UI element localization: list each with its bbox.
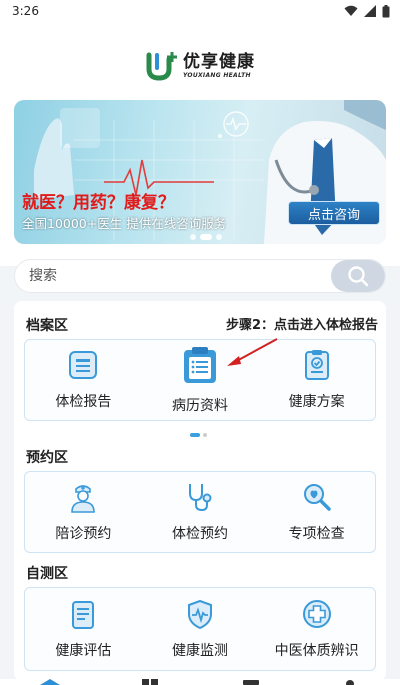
banner-dot-active xyxy=(200,234,212,240)
booking-item-exam[interactable]: 体检预约 xyxy=(142,472,259,552)
services-panel: 档案区 步骤2：点击进入体检报告 体检报告 病历资料 健康方案 预约区 陪诊预约… xyxy=(14,301,386,681)
stethoscope-icon xyxy=(189,484,212,512)
archive-step-hint: 步骤2：点击进入体检报告 xyxy=(225,318,378,333)
search-bar xyxy=(14,259,386,293)
selftest-item-assessment[interactable]: 健康评估 xyxy=(25,588,142,670)
logo-mark-icon xyxy=(146,52,177,81)
selftest-item-label: 健康评估 xyxy=(55,643,112,659)
selftest-item-tcm-constitution[interactable]: 中医体质辨识 xyxy=(258,588,375,670)
banner-dot xyxy=(216,234,222,240)
profile-tab-icon[interactable] xyxy=(345,679,355,685)
magnifier-icon xyxy=(303,484,331,511)
archive-item-label: 健康方案 xyxy=(288,394,345,410)
status-icons xyxy=(344,4,390,18)
archive-item-label: 体检报告 xyxy=(55,394,112,410)
selftest-section-title: 自测区 xyxy=(26,566,68,582)
shield-pulse-icon xyxy=(188,599,212,630)
pager-dot xyxy=(203,433,207,437)
cellular-signal-icon xyxy=(364,5,376,17)
clipboard-report-icon xyxy=(69,351,98,379)
booking-item-label: 体检预约 xyxy=(172,526,228,542)
assessment-icon xyxy=(72,601,95,629)
selftest-item-monitoring[interactable]: 健康监测 xyxy=(142,588,259,670)
booking-item-escort[interactable]: 陪诊预约 xyxy=(25,472,142,552)
promo-banner[interactable]: 就医？用药？康复？ 全国10000+医生 提供在线咨询服务 点击咨询 xyxy=(14,100,386,244)
archive-item-label: 病历资料 xyxy=(172,398,228,414)
wifi-icon xyxy=(344,5,358,16)
archive-grid: 体检报告 病历资料 健康方案 xyxy=(24,338,376,421)
medical-record-icon xyxy=(184,347,216,383)
booking-item-special-check[interactable]: 专项检查 xyxy=(258,472,375,552)
nurse-icon xyxy=(71,485,96,513)
archive-pager xyxy=(190,433,207,437)
service-tab-icon[interactable] xyxy=(243,679,259,685)
booking-section-title: 预约区 xyxy=(26,450,68,466)
booking-item-label: 专项检查 xyxy=(288,526,345,542)
selftest-item-label: 健康监测 xyxy=(172,643,228,659)
brand-name-en: YOUXIANG HEALTH xyxy=(183,71,251,79)
search-button[interactable] xyxy=(331,260,385,292)
archive-section-title: 档案区 xyxy=(26,318,68,334)
status-bar: 3:26 xyxy=(0,0,400,22)
banner-pagination xyxy=(190,234,222,240)
brand-name: 优享健康 xyxy=(183,51,255,72)
health-plan-icon xyxy=(304,350,329,380)
home-tab-icon[interactable] xyxy=(40,679,60,685)
search-input[interactable] xyxy=(15,260,331,292)
archive-item-exam-report[interactable]: 体检报告 xyxy=(25,340,142,420)
banner-headline: 就医？用药？康复？ xyxy=(22,193,175,213)
battery-icon xyxy=(382,4,390,17)
selftest-item-label: 中医体质辨识 xyxy=(274,643,359,659)
category-tab-icon[interactable] xyxy=(142,679,158,685)
app-header: 优享健康 YOUXIANG HEALTH xyxy=(0,22,400,96)
pager-dot-active xyxy=(190,433,200,437)
banner-subline: 全国10000+医生 提供在线咨询服务 xyxy=(22,216,227,231)
selftest-grid: 健康评估 健康监测 中医体质辨识 xyxy=(24,587,376,671)
status-time: 3:26 xyxy=(12,4,39,18)
booking-grid: 陪诊预约 体检预约 专项检查 xyxy=(24,471,376,553)
banner-dot xyxy=(190,234,196,240)
search-icon xyxy=(348,266,369,287)
pointer-arrow-icon xyxy=(227,338,278,366)
brand-logo: 优享健康 YOUXIANG HEALTH xyxy=(145,51,255,81)
booking-item-label: 陪诊预约 xyxy=(55,526,112,542)
bottom-navigation xyxy=(0,679,400,685)
consult-button[interactable]: 点击咨询 xyxy=(288,201,380,225)
tcm-cross-icon xyxy=(302,600,331,628)
